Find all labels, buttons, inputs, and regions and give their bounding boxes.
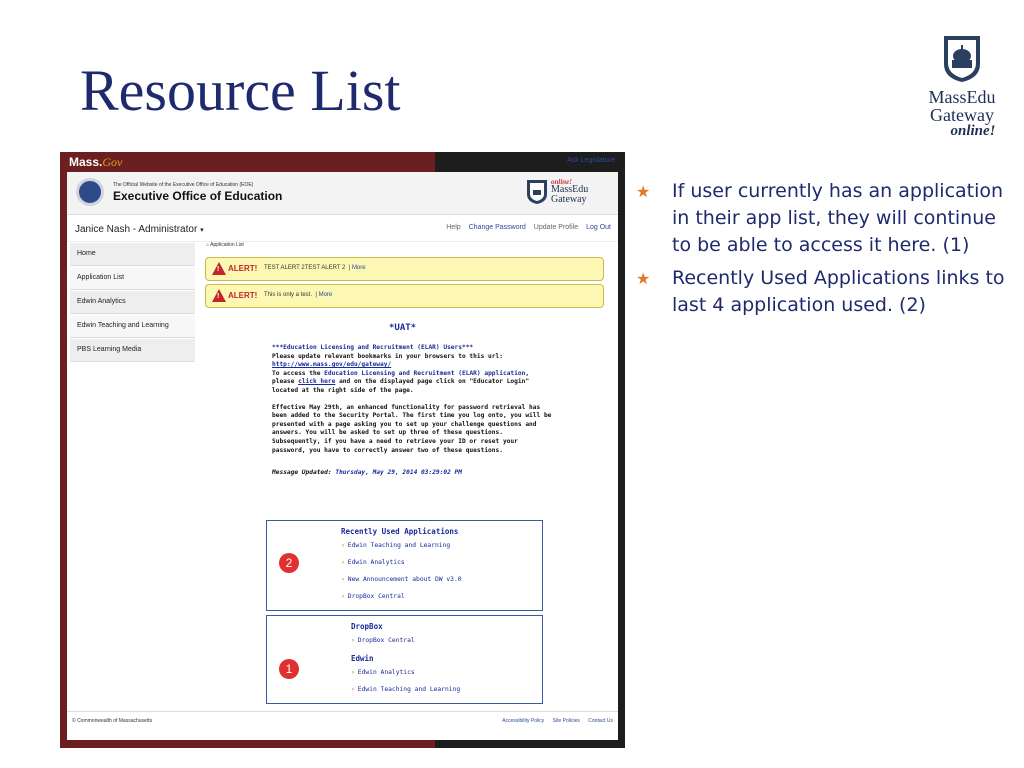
sidebar-item-application-list[interactable]: Application List [70,267,195,290]
alert-more-link[interactable]: More [319,292,333,298]
embedded-screenshot: Mass.Gov Ask Legislature The Official We… [60,152,625,748]
footer-links: Accessibility Policy Site Policies Conta… [495,718,613,724]
group-title-dropbox: DropBox [351,622,383,631]
alert-text: This is only a test. | More [264,292,333,298]
gateway-url-link[interactable]: http://www.mass.gov/edu/gateway/ [272,361,391,368]
help-link[interactable]: Help [446,224,460,231]
slide-title: Resource List [80,58,401,123]
chevron-down-icon: ▾ [200,227,204,234]
chevron-right-icon: › [351,637,355,644]
app-link[interactable]: › Edwin Analytics [351,669,415,676]
message-updated-value: Thursday, May 29, 2014 03:29:02 PM [335,469,463,477]
alert-more-link[interactable]: More [352,265,366,271]
alert-banner: ! ALERT! TEST ALERT 2TEST ALERT 2 | More [205,257,604,281]
copyright: © Commonwealth of Massachusetts [72,718,153,724]
click-here-link[interactable]: click here [298,378,335,385]
top-link[interactable]: Ask Legislature [567,157,615,164]
massgov-logo[interactable]: Mass.Gov [69,155,122,170]
bullet-item: ★ If user currently has an application in… [636,178,1016,259]
mini-massedu-logo[interactable]: online! MassEdu Gateway [526,177,606,209]
bullet-item: ★ Recently Used Applications links to las… [636,265,1016,319]
user-bar: Janice Nash - Administrator ▾ Help Chang… [67,215,618,242]
mini-shield-icon [527,180,547,204]
portal-page: The Official Website of the Executive Of… [67,172,618,740]
logo-line-1: MassEdu [928,87,996,107]
chevron-right-icon: › [341,576,345,583]
chevron-right-icon: › [341,542,345,549]
announcement-message: ***Education Licensing and Recruitment (… [272,344,552,477]
sidebar-item-home[interactable]: Home [70,243,195,266]
alert-tag: ALERT! [228,291,258,300]
accessibility-policy-link[interactable]: Accessibility Policy [502,718,544,724]
bullet-text: Recently Used Applications links to last… [672,267,1005,316]
sidebar-item-edwin-analytics[interactable]: Edwin Analytics [70,291,195,314]
massgov-topbar: Mass.Gov Ask Legislature [60,152,625,172]
sidebar-item-edwin-teaching[interactable]: Edwin Teaching and Learning [70,315,195,338]
recent-apps-title: Recently Used Applications [341,527,459,536]
chevron-right-icon: › [341,559,345,566]
recent-apps-panel: Recently Used Applications › Edwin Teachi… [266,520,543,611]
alert-tag: ALERT! [228,264,258,273]
contact-us-link[interactable]: Contact Us [588,718,613,724]
star-bullet-icon: ★ [636,182,651,201]
uat-label: *UAT* [389,323,417,333]
message-paragraph: Effective May 29th, an enhanced function… [272,403,552,454]
logout-link[interactable]: Log Out [586,224,611,231]
message-heading: ***Education Licensing and Recruitment (… [272,344,474,351]
application-list-panel: DropBox › DropBox Central Edwin › Edwin An… [266,615,543,704]
alert-text: TEST ALERT 2TEST ALERT 2 | More [264,265,366,271]
chevron-right-icon: › [351,669,355,676]
mini-logo-text: MassEdu Gateway [551,184,589,205]
recent-app-link[interactable]: › Edwin Analytics [341,559,405,566]
breadcrumb: ⌂ Application List [206,242,244,248]
bullet-list: ★ If user currently has an application in… [636,178,1016,325]
recent-app-link[interactable]: › DropBox Central [341,593,405,600]
app-link[interactable]: › DropBox Central [351,637,415,644]
group-title-edwin: Edwin [351,654,374,663]
change-password-link[interactable]: Change Password [469,224,526,231]
logo-line-2: Gateway [930,105,994,125]
sidebar-item-pbs[interactable]: PBS Learning Media [70,339,195,362]
chevron-right-icon: › [351,686,355,693]
callout-badge: 2 [279,553,299,573]
logo-line-3: online! [950,123,996,139]
elar-link[interactable]: Education Licensing and Recruitment (ELA… [324,370,525,377]
star-bullet-icon: ★ [636,269,651,288]
sidebar: Home Application List Edwin Analytics Ed… [70,243,195,363]
portal-header: The Official Website of the Executive Of… [67,172,618,215]
capitol-shield-icon [944,36,980,82]
callout-badge: 1 [279,659,299,679]
portal-footer: © Commonwealth of Massachusetts Accessib… [67,711,618,732]
chevron-right-icon: › [341,593,345,600]
header-subtitle: The Official Website of the Executive Of… [113,182,254,188]
massedu-gateway-logo: MassEdu Gateway online! [914,34,1010,139]
update-profile-link[interactable]: Update Profile [534,224,578,231]
app-link[interactable]: › Edwin Teaching and Learning [351,686,460,693]
recent-app-link[interactable]: › Edwin Teaching and Learning [341,542,450,549]
bullet-text: If user currently has an application in … [672,180,1004,256]
user-nav: Help Change Password Update Profile Log … [440,224,611,231]
state-seal-icon [76,178,104,206]
user-menu[interactable]: Janice Nash - Administrator ▾ [75,224,204,235]
header-title: Executive Office of Education [113,189,283,203]
site-policies-link[interactable]: Site Policies [553,718,580,724]
recent-app-link[interactable]: › New Announcement about DW v3.0 [341,576,462,583]
message-updated-label: Message Updated: [272,469,336,477]
alert-banner: ! ALERT! This is only a test. | More [205,284,604,308]
